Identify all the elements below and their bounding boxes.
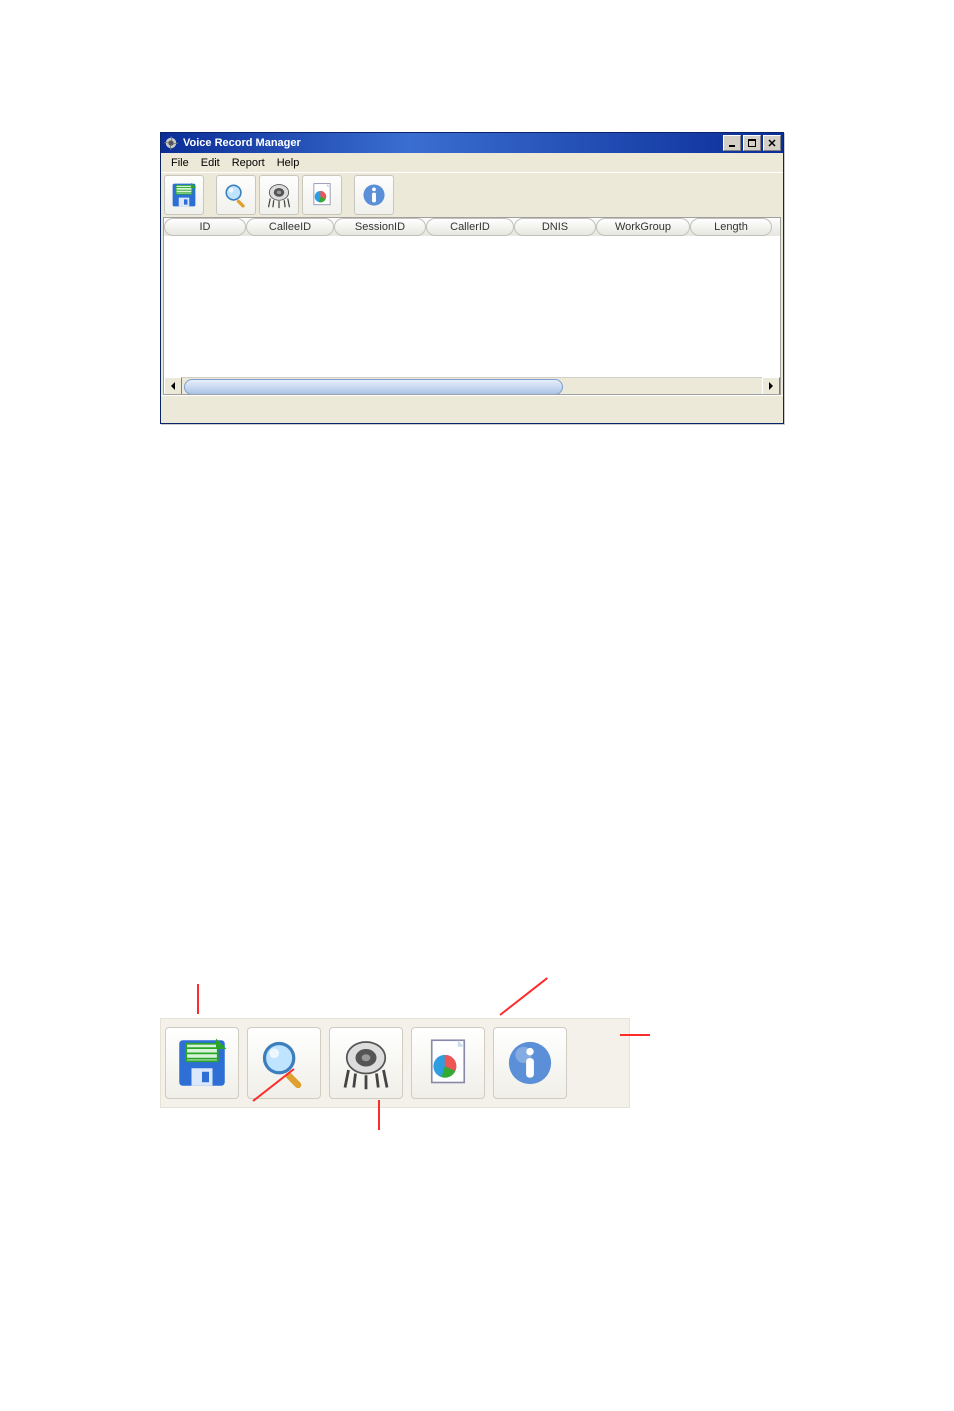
column-workgroup[interactable]: WorkGroup (596, 218, 690, 236)
chart-button[interactable] (302, 175, 342, 215)
column-calleeid[interactable]: CalleeID (246, 218, 334, 236)
search-icon (223, 182, 249, 208)
column-headers: ID CalleeID SessionID CallerID DNIS Work… (164, 218, 780, 236)
big-info-button[interactable] (493, 1027, 567, 1099)
save-button[interactable] (164, 175, 204, 215)
big-chart-button[interactable] (411, 1027, 485, 1099)
big-search-button[interactable] (247, 1027, 321, 1099)
chart-report-icon (422, 1037, 474, 1089)
minimize-button[interactable] (723, 135, 741, 151)
menu-report[interactable]: Report (226, 155, 271, 171)
scroll-track[interactable] (182, 377, 762, 395)
menu-edit[interactable]: Edit (195, 155, 226, 171)
annotation-line (499, 977, 548, 1016)
search-button[interactable] (216, 175, 256, 215)
app-icon (164, 136, 178, 150)
scroll-right-button[interactable] (762, 377, 780, 395)
big-save-button[interactable] (165, 1027, 239, 1099)
close-button[interactable] (763, 135, 781, 151)
menu-bar: File Edit Report Help (161, 153, 783, 172)
app-window: Voice Record Manager File Edit Report He… (160, 132, 784, 424)
horizontal-scrollbar[interactable] (164, 378, 780, 394)
info-icon (504, 1037, 556, 1089)
status-bar (161, 395, 783, 416)
menu-file[interactable]: File (165, 155, 195, 171)
toolbar (161, 172, 783, 217)
column-dnis[interactable]: DNIS (514, 218, 596, 236)
scroll-thumb[interactable] (184, 379, 563, 395)
column-id[interactable]: ID (164, 218, 246, 236)
annotation-line (378, 1100, 380, 1130)
big-settings-button[interactable] (329, 1027, 403, 1099)
settings-button[interactable] (259, 175, 299, 215)
window-title: Voice Record Manager (183, 137, 301, 149)
annotation-line (197, 984, 199, 1014)
column-callerid[interactable]: CallerID (426, 218, 514, 236)
column-length[interactable]: Length (690, 218, 772, 236)
maximize-button[interactable] (743, 135, 761, 151)
save-icon (170, 181, 198, 209)
speaker-icon (265, 181, 293, 209)
search-icon (258, 1037, 310, 1089)
data-grid[interactable]: ID CalleeID SessionID CallerID DNIS Work… (163, 217, 781, 395)
title-bar[interactable]: Voice Record Manager (161, 133, 783, 153)
speaker-icon (338, 1035, 394, 1091)
info-button[interactable] (354, 175, 394, 215)
chart-report-icon (309, 182, 335, 208)
column-sessionid[interactable]: SessionID (334, 218, 426, 236)
save-icon (174, 1035, 230, 1091)
window-controls (723, 135, 783, 151)
grid-body (164, 236, 780, 376)
annotation-line (620, 1034, 650, 1036)
enlarged-toolbar (160, 1018, 630, 1108)
menu-help[interactable]: Help (271, 155, 306, 171)
info-icon (361, 182, 387, 208)
scroll-left-button[interactable] (164, 377, 182, 395)
